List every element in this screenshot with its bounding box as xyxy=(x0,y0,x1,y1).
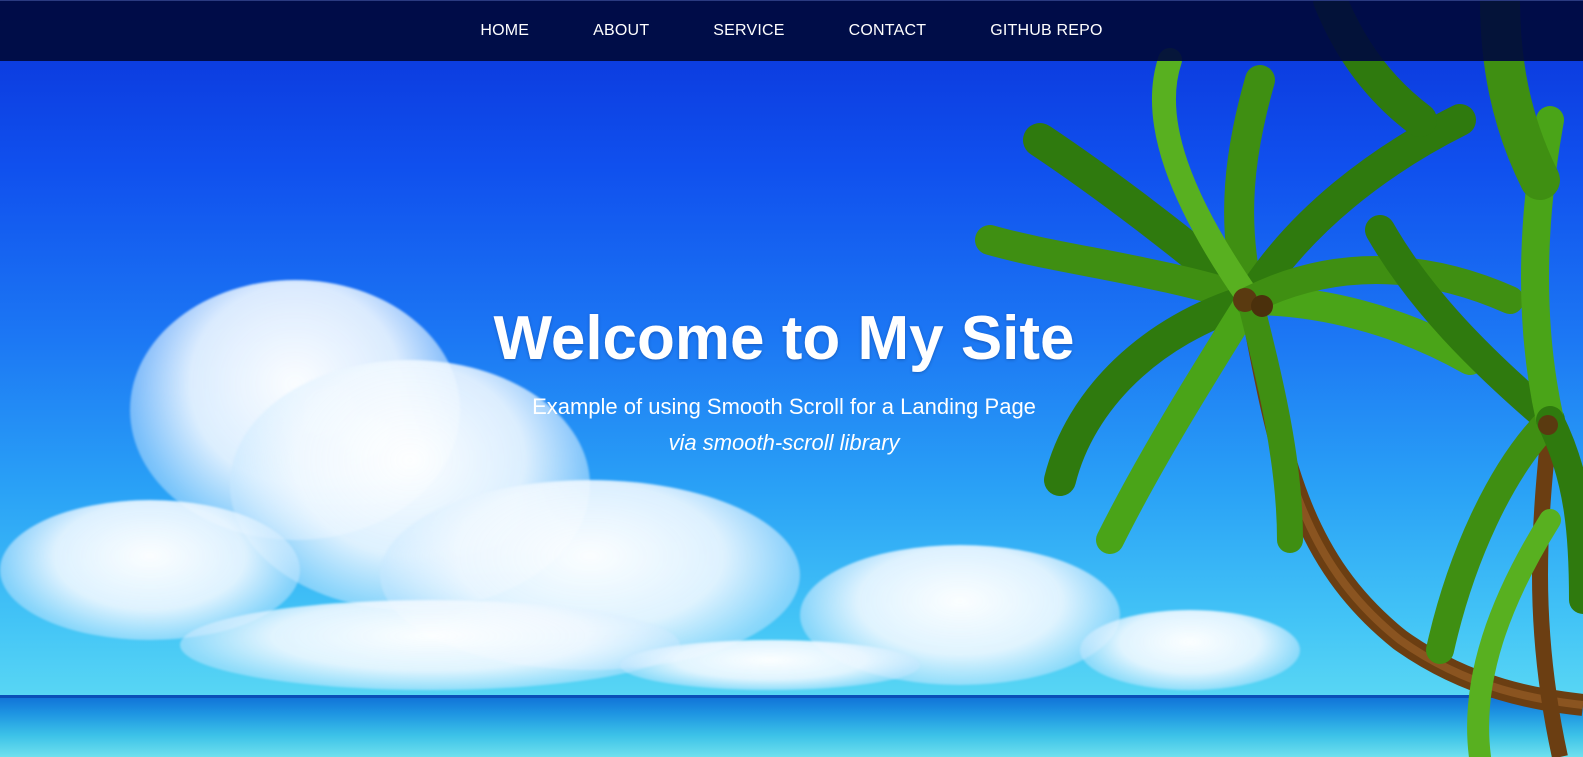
nav-menu: HOME ABOUT SERVICE CONTACT GITHUB REPO xyxy=(448,22,1134,40)
hero-subtitle: Example of using Smooth Scroll for a Lan… xyxy=(532,394,1036,419)
nav-item-contact: CONTACT xyxy=(817,22,959,40)
hero-title: Welcome to My Site xyxy=(493,304,1075,373)
nav-link-about[interactable]: ABOUT xyxy=(561,22,681,39)
nav-item-service: SERVICE xyxy=(681,22,816,40)
nav-link-service[interactable]: SERVICE xyxy=(681,22,816,39)
hero-section: Welcome to My Site Example of using Smoo… xyxy=(0,300,1568,458)
nav-item-about: ABOUT xyxy=(561,22,681,40)
hero-tagline: via smooth-scroll library xyxy=(668,430,900,455)
top-navbar: HOME ABOUT SERVICE CONTACT GITHUB REPO xyxy=(0,0,1583,61)
nav-link-contact[interactable]: CONTACT xyxy=(817,22,959,39)
landing-page: HOME ABOUT SERVICE CONTACT GITHUB REPO W… xyxy=(0,0,1583,757)
nav-link-home[interactable]: HOME xyxy=(448,22,561,39)
nav-item-home: HOME xyxy=(448,22,561,40)
nav-item-github-repo: GITHUB REPO xyxy=(958,22,1134,40)
nav-link-github-repo[interactable]: GITHUB REPO xyxy=(958,22,1134,39)
